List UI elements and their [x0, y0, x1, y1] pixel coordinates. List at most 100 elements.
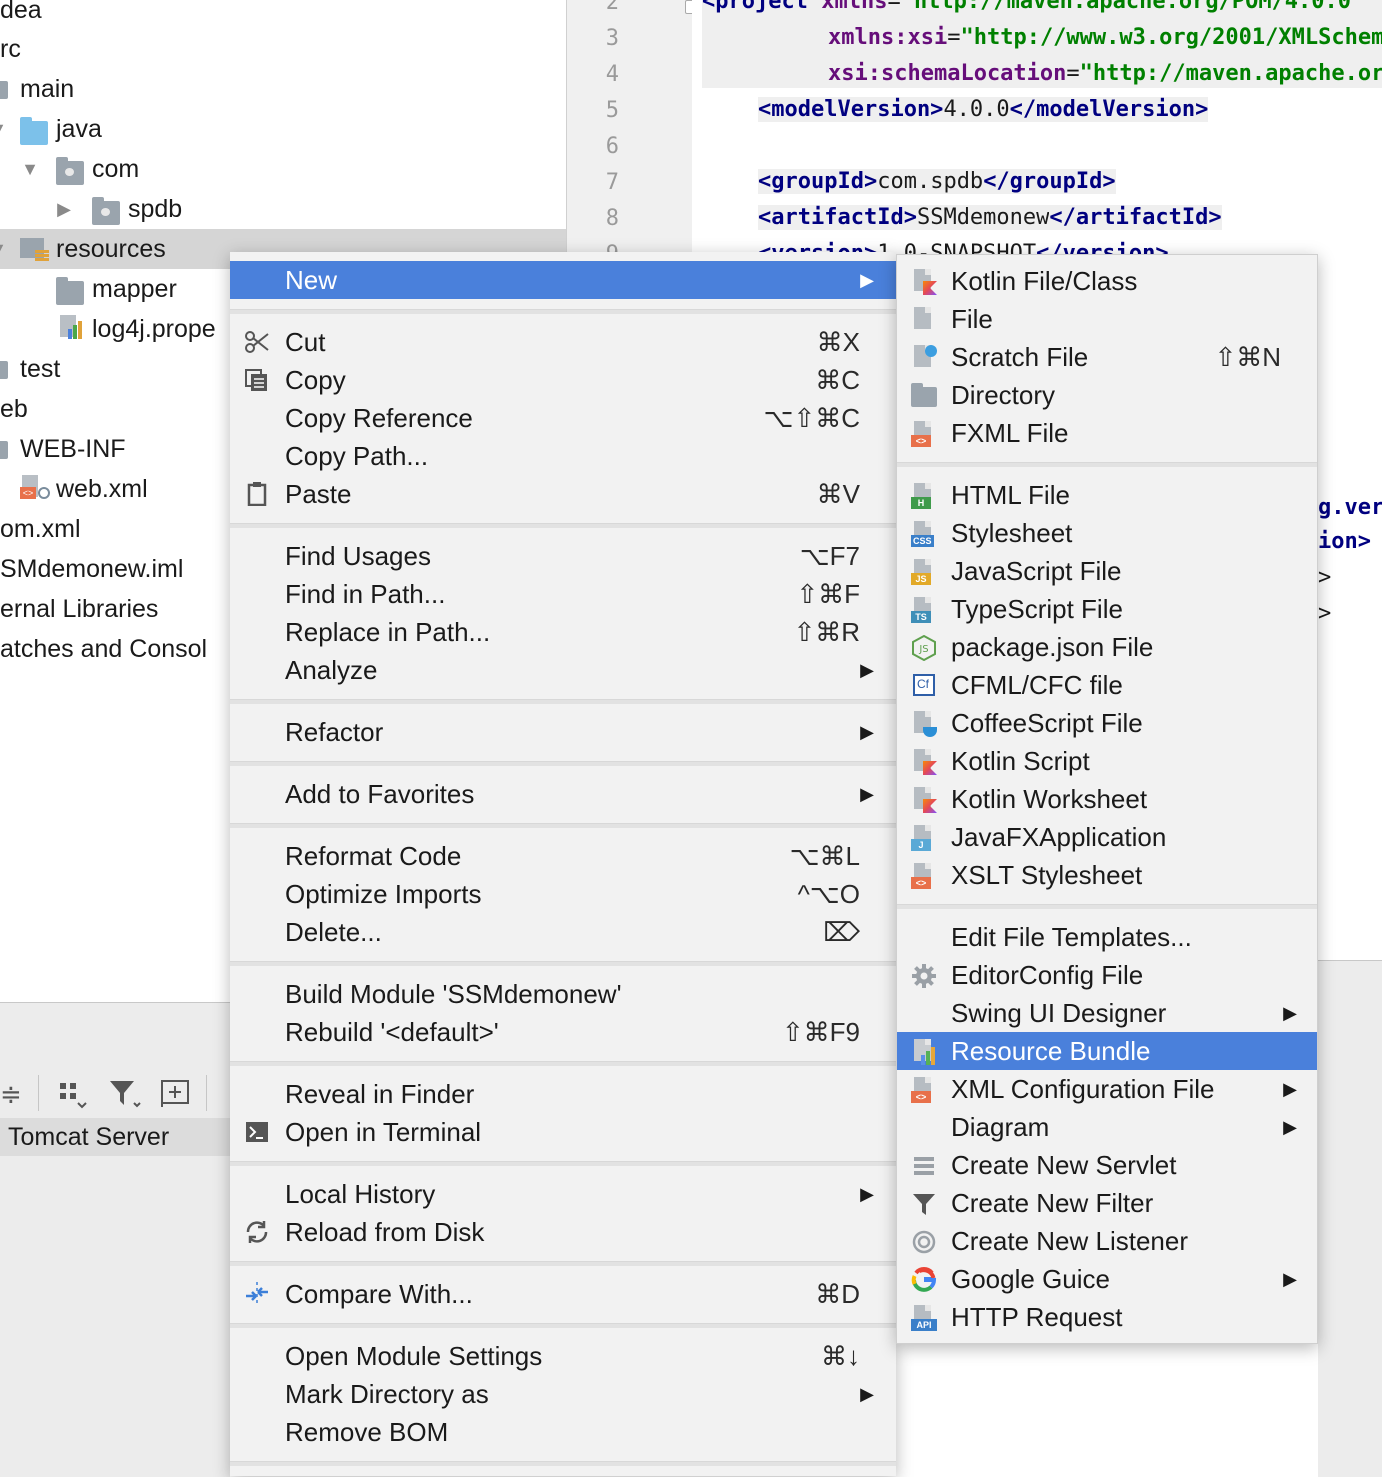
menu-item-label: Diagram: [951, 1111, 1050, 1142]
package-icon: [92, 197, 120, 225]
javascript-file-icon: JS: [911, 559, 937, 585]
submenu-item-create-new-servlet[interactable]: Create New Servlet: [897, 1146, 1317, 1184]
submenu-item-scratch-file[interactable]: Scratch File ⇧⌘N: [897, 338, 1317, 376]
menu-item-refactor[interactable]: Refactor ▶: [230, 713, 896, 751]
menu-item-label: Find in Path...: [285, 578, 446, 609]
menu-item-label: Replace in Path...: [285, 616, 491, 647]
menu-item-label: Compare With...: [285, 1278, 473, 1309]
group-by-icon[interactable]: [58, 1081, 88, 1109]
chevron-right-icon[interactable]: ▶: [54, 199, 74, 220]
toolbar-divider: [206, 1075, 207, 1111]
submenu-item-cfml-cfc-file[interactable]: Cf CFML/CFC file: [897, 666, 1317, 704]
menu-item-reveal-in-finder[interactable]: Reveal in Finder: [230, 1075, 896, 1113]
submenu-item-kotlin-file-class[interactable]: Kotlin File/Class: [897, 262, 1317, 300]
menu-item-cut[interactable]: Cut ⌘X: [230, 323, 896, 361]
menu-item-open-in-terminal[interactable]: Open in Terminal: [230, 1113, 896, 1151]
menu-item-copy-reference[interactable]: Copy Reference ⌥⇧⌘C: [230, 399, 896, 437]
menu-item-label: Open Module Settings: [285, 1340, 543, 1371]
services-item-tomcat-server[interactable]: Tomcat Server: [0, 1118, 230, 1156]
add-service-icon[interactable]: [158, 1077, 192, 1109]
menu-separator: [230, 523, 896, 528]
gear-icon: [912, 964, 936, 988]
services-item-label: Tomcat Server: [8, 1123, 170, 1151]
submenu-item-package-json-file[interactable]: JS package.json File: [897, 628, 1317, 666]
tree-item-spdb[interactable]: ▶ spdb: [0, 189, 566, 229]
menu-item-copy[interactable]: Copy ⌘C: [230, 361, 896, 399]
submenu-item-fxml-file[interactable]: <> FXML File: [897, 414, 1317, 452]
submenu-item-edit-file-templates[interactable]: Edit File Templates...: [897, 918, 1317, 956]
kotlin-worksheet-icon: [911, 787, 937, 813]
menu-item-analyze[interactable]: Analyze ▶: [230, 651, 896, 689]
menu-item-label: Copy: [285, 364, 346, 395]
menu-item-compare-with[interactable]: Compare With... ⌘D: [230, 1275, 896, 1313]
menu-item-label: Scratch File: [951, 341, 1089, 372]
menu-item-label: Create New Filter: [951, 1187, 1154, 1218]
menu-item-find-usages[interactable]: Find Usages ⌥F7: [230, 537, 896, 575]
menu-item-label: Reveal in Finder: [285, 1078, 475, 1109]
services-toolbar: ≑: [0, 1073, 230, 1117]
chevron-down-icon[interactable]: ▼: [20, 159, 40, 180]
menu-item-copy-path[interactable]: Copy Path...: [230, 437, 896, 475]
menu-item-reload-from-disk[interactable]: Reload from Disk: [230, 1213, 896, 1251]
submenu-item-stylesheet[interactable]: CSS Stylesheet: [897, 514, 1317, 552]
menu-item-label: Rebuild '<default>': [285, 1016, 499, 1047]
coffeescript-file-icon: [911, 711, 937, 737]
submenu-item-html-file[interactable]: H HTML File: [897, 476, 1317, 514]
tree-item-main[interactable]: main: [0, 69, 566, 109]
tree-item-com[interactable]: ▼ com: [0, 149, 566, 189]
menu-item-mark-directory-as[interactable]: Mark Directory as ▶: [230, 1375, 896, 1413]
menu-separator: [230, 1261, 896, 1266]
menu-item-shortcut: ⌘X: [816, 326, 860, 357]
menu-item-open-module-settings[interactable]: Open Module Settings ⌘↓: [230, 1337, 896, 1375]
chevron-down-icon[interactable]: ▼: [0, 119, 8, 140]
submenu-item-kotlin-script[interactable]: Kotlin Script: [897, 742, 1317, 780]
chevron-down-icon[interactable]: ▼: [0, 239, 8, 260]
submenu-item-directory[interactable]: Directory: [897, 376, 1317, 414]
menu-item-paste[interactable]: Paste ⌘V: [230, 475, 896, 513]
menu-item-delete[interactable]: Delete... ⌦: [230, 913, 896, 951]
javafx-file-icon: J: [911, 825, 937, 851]
submenu-item-editorconfig-file[interactable]: EditorConfig File: [897, 956, 1317, 994]
submenu-item-resource-bundle[interactable]: Resource Bundle: [897, 1032, 1317, 1070]
menu-item-shortcut: ⌦: [823, 916, 860, 947]
tree-item-label: SMdemonew.iml: [0, 554, 184, 583]
menu-item-add-to-favorites[interactable]: Add to Favorites ▶: [230, 775, 896, 813]
submenu-item-create-new-listener[interactable]: Create New Listener: [897, 1222, 1317, 1260]
submenu-item-diagram[interactable]: Diagram ▶: [897, 1108, 1317, 1146]
submenu-item-xslt-stylesheet[interactable]: <> XSLT Stylesheet: [897, 856, 1317, 894]
submenu-item-xml-configuration-file[interactable]: <> XML Configuration File ▶: [897, 1070, 1317, 1108]
menu-item-label: CoffeeScript File: [951, 707, 1143, 738]
tree-item-label: com: [92, 154, 140, 183]
collapse-all-icon[interactable]: ≑: [0, 1079, 22, 1110]
menu-item-optimize-imports[interactable]: Optimize Imports ^⌥O: [230, 875, 896, 913]
menu-item-new[interactable]: New ▶: [230, 261, 896, 299]
tree-item-idea[interactable]: dea: [0, 0, 566, 30]
submenu-item-google-guice[interactable]: Google Guice ▶: [897, 1260, 1317, 1298]
menu-item-reformat-code[interactable]: Reformat Code ⌥⌘L: [230, 837, 896, 875]
tree-item-label: om.xml: [0, 514, 81, 543]
submenu-item-swing-ui-designer[interactable]: Swing UI Designer ▶: [897, 994, 1317, 1032]
line-number: 3: [605, 26, 619, 51]
submenu-item-javafx-application[interactable]: J JavaFXApplication: [897, 818, 1317, 856]
submenu-item-kotlin-worksheet[interactable]: Kotlin Worksheet: [897, 780, 1317, 818]
menu-item-replace-in-path[interactable]: Replace in Path... ⇧⌘R: [230, 613, 896, 651]
tree-item-src[interactable]: rc: [0, 29, 566, 69]
submenu-item-file[interactable]: File: [897, 300, 1317, 338]
line-number: 7: [605, 170, 619, 195]
menu-item-label: Add to Favorites: [285, 778, 475, 809]
submenu-item-create-new-filter[interactable]: Create New Filter: [897, 1184, 1317, 1222]
submenu-item-http-request[interactable]: API HTTP Request: [897, 1298, 1317, 1336]
new-submenu: Kotlin File/Class File Scratch File ⇧⌘N …: [896, 254, 1318, 1344]
menu-item-build-module[interactable]: Build Module 'SSMdemonew': [230, 975, 896, 1013]
tree-item-java[interactable]: ▼ java: [0, 109, 566, 149]
menu-item-remove-bom[interactable]: Remove BOM: [230, 1413, 896, 1451]
menu-item-local-history[interactable]: Local History ▶: [230, 1175, 896, 1213]
filter-icon[interactable]: [108, 1079, 142, 1109]
submenu-item-typescript-file[interactable]: TS TypeScript File: [897, 590, 1317, 628]
menu-separator: [230, 1161, 896, 1166]
menu-item-rebuild[interactable]: Rebuild '<default>' ⇧⌘F9: [230, 1013, 896, 1051]
submenu-item-javascript-file[interactable]: JS JavaScript File: [897, 552, 1317, 590]
line-number: 5: [605, 98, 619, 123]
submenu-item-coffeescript-file[interactable]: CoffeeScript File: [897, 704, 1317, 742]
menu-item-find-in-path[interactable]: Find in Path... ⇧⌘F: [230, 575, 896, 613]
